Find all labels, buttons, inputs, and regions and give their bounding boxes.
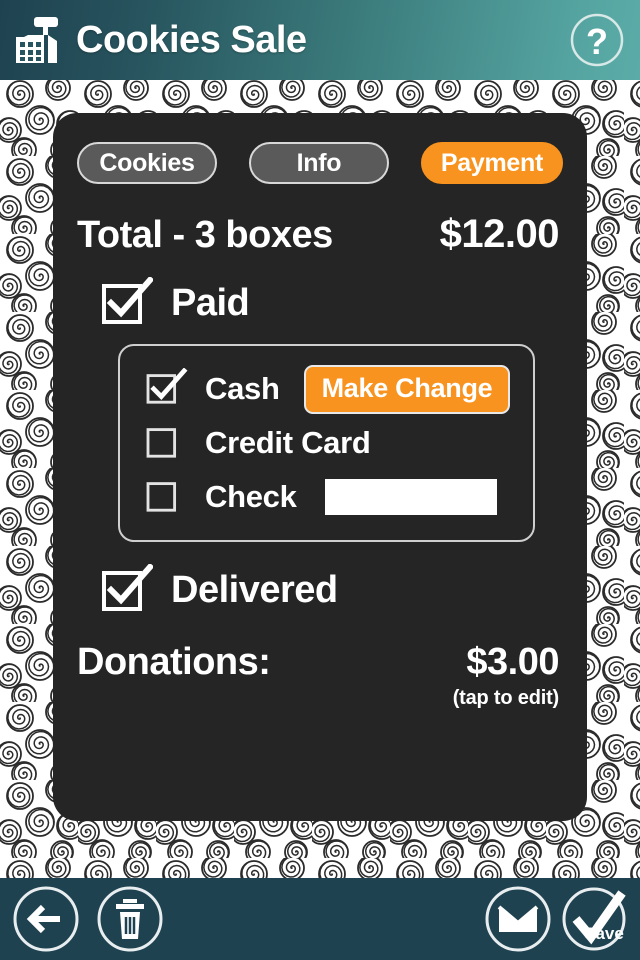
make-change-button[interactable]: Make Change bbox=[303, 364, 511, 414]
order-total-row: Total - 3 boxes $12.00 bbox=[77, 212, 560, 257]
paid-checkbox-row[interactable]: Paid bbox=[101, 275, 565, 330]
checkbox-checked-icon[interactable] bbox=[101, 275, 155, 330]
checkbox-unchecked-icon[interactable] bbox=[146, 422, 188, 465]
tab-bar: Cookies Info Payment bbox=[77, 142, 563, 184]
order-total-label: Total - 3 boxes bbox=[77, 214, 333, 256]
delivered-checkbox-row[interactable]: Delivered bbox=[101, 562, 565, 617]
tab-info[interactable]: Info bbox=[248, 142, 389, 184]
delivered-label: Delivered bbox=[171, 569, 338, 611]
donations-label: Donations: bbox=[77, 641, 271, 683]
donations-amount[interactable]: $3.00 bbox=[466, 641, 559, 684]
tab-info-label: Info bbox=[296, 148, 342, 177]
tab-payment-label: Payment bbox=[440, 148, 543, 177]
donations-edit-hint: (tap to edit) bbox=[452, 687, 559, 709]
paid-label: Paid bbox=[171, 282, 250, 324]
delete-button[interactable] bbox=[94, 883, 166, 955]
checkbox-checked-icon[interactable] bbox=[101, 562, 155, 617]
payment-method-check-label: Check bbox=[205, 479, 297, 514]
checkbox-unchecked-icon[interactable] bbox=[146, 476, 188, 519]
app-header: Cookies Sale ? bbox=[0, 0, 640, 80]
order-total-amount: $12.00 bbox=[439, 212, 560, 256]
tab-payment[interactable]: Payment bbox=[420, 142, 563, 184]
tab-cookies[interactable]: Cookies bbox=[77, 142, 217, 184]
bottom-toolbar: Save bbox=[0, 878, 640, 960]
email-button[interactable] bbox=[482, 883, 554, 955]
checkbox-checked-icon[interactable] bbox=[146, 366, 188, 411]
payment-method-group: Cash Make Change Credit Card Check bbox=[118, 344, 535, 542]
donations-row[interactable]: Donations: $3.00 (tap to edit) bbox=[77, 641, 559, 719]
svg-text:?: ? bbox=[586, 21, 608, 62]
cash-register-icon bbox=[8, 11, 66, 69]
payment-method-cash-label: Cash bbox=[205, 371, 280, 406]
payment-method-cash-row[interactable]: Cash Make Change bbox=[120, 362, 533, 416]
payment-card: Cookies Info Payment Total - 3 boxes $12… bbox=[53, 113, 587, 821]
svg-text:Save: Save bbox=[584, 924, 624, 943]
payment-method-credit-card-label: Credit Card bbox=[205, 425, 371, 460]
save-button[interactable]: Save bbox=[560, 883, 632, 955]
tab-cookies-label: Cookies bbox=[99, 148, 195, 177]
back-button[interactable] bbox=[10, 883, 82, 955]
page-title: Cookies Sale bbox=[76, 18, 307, 61]
app-screen: Cookies Sale ? Cookies Info Payment Tota… bbox=[0, 0, 640, 960]
payment-method-credit-card-row[interactable]: Credit Card bbox=[120, 416, 533, 470]
check-number-input[interactable] bbox=[324, 479, 497, 515]
help-button[interactable]: ? bbox=[568, 11, 626, 69]
payment-method-check-row[interactable]: Check bbox=[120, 470, 533, 524]
